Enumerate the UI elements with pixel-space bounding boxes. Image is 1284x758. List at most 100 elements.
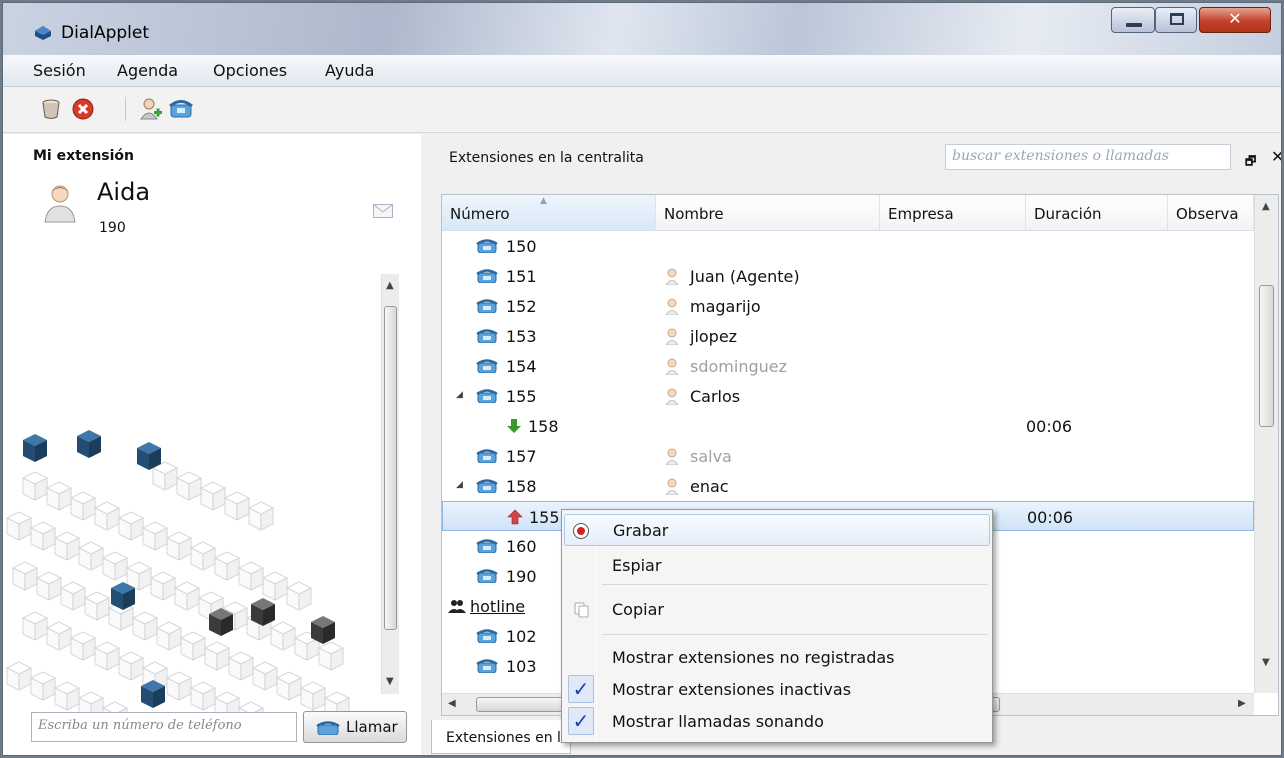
phone-number-input[interactable]: Escriba un número de teléfono — [31, 712, 297, 742]
my-extension-panel: Mi extensión Aida 190 ▲ ▼ Escriba un núm… — [3, 134, 421, 755]
scroll-up-icon[interactable]: ▲ — [1262, 201, 1270, 212]
minimize-button[interactable] — [1111, 7, 1155, 33]
cell-name: Juan (Agente) — [690, 267, 800, 286]
record-radio-icon — [573, 523, 589, 539]
phone-icon — [476, 479, 498, 493]
table-row[interactable]: 150 — [442, 231, 1254, 261]
close-panel-icon[interactable]: ✕ — [1271, 147, 1281, 166]
scroll-up-icon[interactable]: ▲ — [386, 280, 394, 291]
column-duracion[interactable]: Duración — [1026, 195, 1168, 231]
cell-number: 150 — [506, 237, 537, 256]
table-row[interactable]: 158 00:06 — [442, 411, 1254, 441]
menu-agenda[interactable]: Agenda — [117, 61, 178, 80]
person-icon — [665, 328, 679, 345]
extension-name: Aida — [97, 178, 151, 206]
context-menu-label: Grabar — [613, 521, 669, 540]
phone-icon — [476, 629, 498, 643]
column-label: Duración — [1034, 205, 1102, 223]
cell-name: magarijo — [690, 297, 761, 316]
left-scroll-thumb[interactable] — [384, 306, 397, 630]
column-empresa[interactable]: Empresa — [880, 195, 1026, 231]
maximize-button[interactable] — [1155, 7, 1197, 33]
menu-item-mostrar-extensiones-no-registradas[interactable]: Mostrar extensiones no registradas — [564, 642, 990, 674]
my-extension-header: Mi extensión — [33, 148, 135, 164]
phone-icon — [476, 539, 498, 553]
cell-number: 155 — [506, 387, 537, 406]
cell-name: sdominguez — [690, 357, 787, 376]
column-observaciones[interactable]: Observa — [1168, 195, 1254, 231]
phone-icon — [476, 269, 498, 283]
column-numero[interactable]: ▲ Número — [442, 195, 656, 231]
call-button[interactable]: Llamar — [303, 711, 407, 743]
menu-item-espiar[interactable]: Espiar — [564, 550, 990, 582]
phone-icon — [316, 721, 340, 735]
scroll-left-icon[interactable]: ◀ — [448, 698, 456, 709]
cell-duration: 00:06 — [1027, 508, 1074, 527]
search-input[interactable]: buscar extensiones o llamadas — [945, 144, 1231, 170]
cell-name: enac — [690, 477, 729, 496]
close-window-button[interactable]: ✕ — [1199, 7, 1271, 33]
scroll-right-icon[interactable]: ▶ — [1238, 698, 1246, 709]
context-menu-label: Mostrar extensiones no registradas — [612, 648, 895, 667]
envelope-icon[interactable] — [373, 204, 393, 218]
menu-item-grabar[interactable]: Grabar — [564, 514, 990, 546]
table-row[interactable]: 151 Juan (Agente) — [442, 261, 1254, 291]
stop-icon[interactable] — [71, 97, 95, 121]
table-row[interactable]: 152 magarijo — [442, 291, 1254, 321]
menu-ayuda[interactable]: Ayuda — [325, 61, 374, 80]
cell-number: 157 — [506, 447, 537, 466]
menu-item-mostrar-llamadas-sonando[interactable]: ✓ Mostrar llamadas sonando — [564, 706, 990, 738]
context-menu-label: Mostrar extensiones inactivas — [612, 680, 852, 699]
extension-number: 190 — [99, 220, 126, 236]
menu-opciones[interactable]: Opciones — [213, 61, 287, 80]
person-icon — [665, 388, 679, 405]
tab-extensiones[interactable]: Extensiones en la centralita — [431, 720, 571, 754]
person-icon — [665, 448, 679, 465]
cell-name: jlopez — [690, 327, 738, 346]
cell-name: Carlos — [690, 387, 741, 406]
phone-icon — [476, 449, 498, 463]
phone-icon — [476, 359, 498, 373]
restore-panel-icon[interactable]: 🗗 — [1245, 152, 1256, 173]
expand-arrow-icon[interactable]: ◢ — [456, 390, 463, 400]
cell-name: salva — [690, 447, 732, 466]
table-row[interactable]: ◢ 155 Carlos — [442, 381, 1254, 411]
toolbar — [3, 87, 1281, 133]
column-label: Número — [450, 205, 510, 223]
left-scrollbar[interactable]: ▲ ▼ — [381, 274, 399, 694]
person-icon — [665, 298, 679, 315]
scroll-down-icon[interactable]: ▼ — [1262, 657, 1270, 668]
phone-icon — [476, 659, 498, 673]
avatar — [44, 185, 76, 223]
extensions-header: Extensiones en la centralita — [449, 150, 644, 166]
phone-icon[interactable] — [169, 97, 193, 121]
menu-item-mostrar-extensiones-inactivas[interactable]: ✓ Mostrar extensiones inactivas — [564, 674, 990, 706]
copy-icon — [574, 602, 589, 618]
expand-arrow-icon[interactable]: ◢ — [456, 480, 463, 490]
cell-duration: 00:06 — [1026, 417, 1073, 436]
context-menu-label: Copiar — [612, 600, 664, 619]
phone-icon — [476, 569, 498, 583]
cell-number: 160 — [506, 537, 537, 556]
column-label: Empresa — [888, 205, 954, 223]
cell-number: 151 — [506, 267, 537, 286]
table-row[interactable]: 153 jlopez — [442, 321, 1254, 351]
menu-sesion[interactable]: Sesión — [33, 61, 86, 80]
coffee-icon[interactable] — [39, 97, 63, 121]
table-row[interactable]: 157 salva — [442, 441, 1254, 471]
menu-bar: Sesión Agenda Opciones Ayuda — [3, 55, 1281, 87]
table-row[interactable]: ◢ 158 enac — [442, 471, 1254, 501]
cell-number: 102 — [506, 627, 537, 646]
context-menu-separator — [602, 584, 988, 585]
cell-number: 103 — [506, 657, 537, 676]
phone-icon — [476, 299, 498, 313]
add-contact-icon[interactable] — [139, 97, 163, 121]
column-nombre[interactable]: Nombre — [656, 195, 880, 231]
scroll-down-icon[interactable]: ▼ — [386, 676, 394, 687]
person-icon — [665, 268, 679, 285]
table-row[interactable]: 154 sdominguez — [442, 351, 1254, 381]
table-scroll-thumb[interactable] — [1259, 285, 1274, 427]
person-icon — [665, 478, 679, 495]
table-vertical-scrollbar[interactable]: ▲ ▼ — [1254, 195, 1278, 693]
menu-item-copiar[interactable]: Copiar — [564, 594, 990, 626]
